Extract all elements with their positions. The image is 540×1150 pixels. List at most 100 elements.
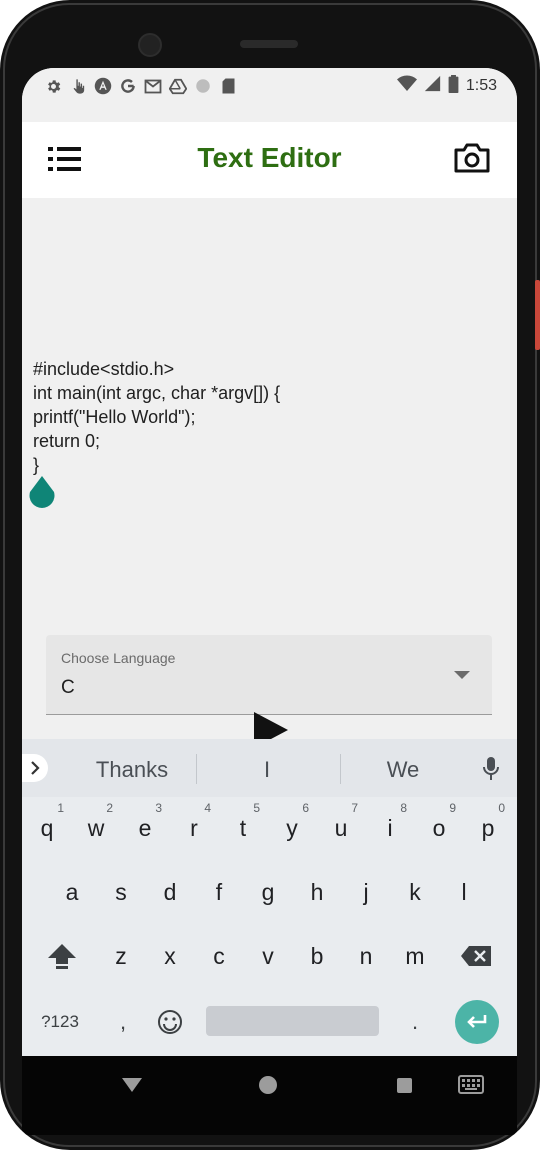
front-camera <box>138 33 162 57</box>
key-label: z <box>115 942 127 969</box>
keyboard-switch-icon[interactable] <box>458 1075 484 1094</box>
code-line: } <box>33 455 40 475</box>
mic-icon[interactable] <box>481 755 501 783</box>
key-label: c <box>213 942 225 969</box>
recents-icon[interactable] <box>397 1078 412 1093</box>
status-bar: 1:53 <box>22 68 517 122</box>
language-select[interactable]: Choose Language C <box>46 635 492 715</box>
key-r[interactable]: r4 <box>172 800 216 856</box>
key-h[interactable]: h <box>295 864 339 920</box>
key-d[interactable]: d <box>148 864 192 920</box>
key-label: b <box>310 942 324 969</box>
key-hint-number: 1 <box>57 801 64 815</box>
back-icon[interactable] <box>122 1078 142 1092</box>
clock: 1:53 <box>465 77 497 94</box>
key-label: w <box>87 814 105 841</box>
key-label: e <box>138 814 152 841</box>
suggestion-3[interactable]: We <box>352 757 454 783</box>
key-c[interactable]: c <box>197 928 241 984</box>
key-o[interactable]: o9 <box>417 800 461 856</box>
key-label: i <box>387 814 393 841</box>
language-select-value: C <box>61 677 75 698</box>
key-hint-number: 6 <box>302 801 309 815</box>
key-hint-number: 7 <box>351 801 358 815</box>
google-icon <box>119 77 137 95</box>
space-key[interactable] <box>206 1006 379 1036</box>
key-e[interactable]: e3 <box>123 800 167 856</box>
key-hint-number: 3 <box>155 801 162 815</box>
code-line: #include<stdio.h> <box>33 359 175 379</box>
code-line: printf("Hello World"); <box>33 407 196 427</box>
key-v[interactable]: v <box>246 928 290 984</box>
key-x[interactable]: x <box>148 928 192 984</box>
key-t[interactable]: t5 <box>221 800 265 856</box>
key-j[interactable]: j <box>344 864 388 920</box>
emoji-icon[interactable] <box>153 1002 187 1042</box>
period-key[interactable]: . <box>400 1000 430 1044</box>
key-l[interactable]: l <box>442 864 486 920</box>
key-label: s <box>115 878 127 905</box>
notification-icons <box>44 73 237 99</box>
code-editor[interactable]: #include<stdio.h> int main(int argc, cha… <box>33 357 503 477</box>
gear-icon <box>44 77 62 95</box>
text-cursor-handle[interactable] <box>29 476 55 508</box>
key-label: u <box>334 814 348 841</box>
key-p[interactable]: p0 <box>466 800 510 856</box>
key-q[interactable]: q1 <box>25 800 69 856</box>
signal-icon <box>424 75 441 97</box>
key-label: m <box>405 942 425 969</box>
key-b[interactable]: b <box>295 928 339 984</box>
backspace-key[interactable] <box>458 928 494 984</box>
enter-key[interactable] <box>455 1000 499 1044</box>
key-w[interactable]: w2 <box>74 800 118 856</box>
battery-icon <box>448 74 459 98</box>
angular-icon <box>94 77 112 95</box>
key-g[interactable]: g <box>246 864 290 920</box>
wifi-icon <box>396 75 417 97</box>
key-z[interactable]: z <box>99 928 143 984</box>
key-label: q <box>40 814 54 841</box>
key-n[interactable]: n <box>344 928 388 984</box>
key-a[interactable]: a <box>50 864 94 920</box>
key-u[interactable]: u7 <box>319 800 363 856</box>
screen: 1:53 Text Editor #include<stdio.h> int m… <box>22 68 517 1135</box>
key-label: y <box>286 814 298 841</box>
drive-icon <box>169 77 187 95</box>
suggestion-bar: Thanks I We <box>22 739 517 797</box>
page-title: Text Editor <box>197 142 342 173</box>
circle-icon <box>194 77 212 95</box>
key-label: a <box>65 878 79 905</box>
key-label: x <box>164 942 176 969</box>
key-hint-number: 0 <box>498 801 505 815</box>
home-icon[interactable] <box>259 1076 277 1094</box>
key-label: h <box>310 878 324 905</box>
key-label: n <box>359 942 373 969</box>
shift-key[interactable] <box>46 928 78 984</box>
key-y[interactable]: y6 <box>270 800 314 856</box>
key-hint-number: 2 <box>106 801 113 815</box>
key-i[interactable]: i8 <box>368 800 412 856</box>
key-f[interactable]: f <box>197 864 241 920</box>
sd-card-icon <box>219 77 237 95</box>
key-k[interactable]: k <box>393 864 437 920</box>
key-label: p <box>481 814 495 841</box>
soft-keyboard: Thanks I We q1w2e3r4t5y6u7i8o9p0asdfghjk… <box>22 739 517 1056</box>
suggestion-2[interactable]: I <box>216 757 318 783</box>
key-s[interactable]: s <box>99 864 143 920</box>
key-label: f <box>215 878 223 905</box>
divider <box>340 754 341 784</box>
key-label: j <box>363 878 369 905</box>
suggestion-1[interactable]: Thanks <box>80 757 184 783</box>
app-bar: Text Editor <box>22 122 517 198</box>
key-m[interactable]: m <box>393 928 437 984</box>
key-label: o <box>432 814 446 841</box>
key-label: k <box>409 878 421 905</box>
comma-key[interactable]: , <box>108 1000 138 1044</box>
power-button <box>535 280 540 350</box>
symbols-key[interactable]: ?123 <box>36 1000 84 1044</box>
chevron-right-icon[interactable] <box>22 754 48 782</box>
camera-icon[interactable] <box>453 142 493 178</box>
phone-frame: 1:53 Text Editor #include<stdio.h> int m… <box>0 0 540 1150</box>
key-label: r <box>190 814 198 841</box>
key-hint-number: 5 <box>253 801 260 815</box>
